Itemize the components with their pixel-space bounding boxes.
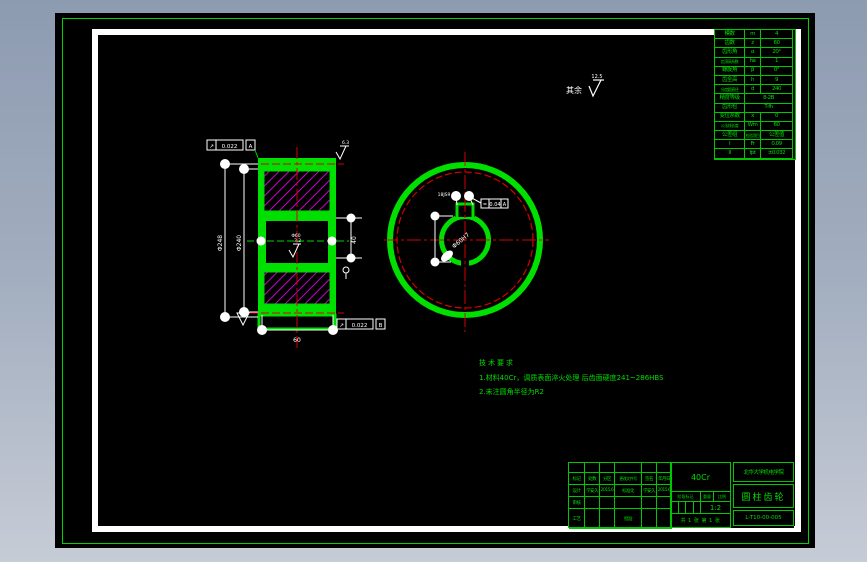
param-label: 公法线长度 — [715, 121, 745, 132]
param-label: 螺旋角 — [715, 66, 745, 76]
title-block-right: 北华大学机电学院 圆柱齿轮 L-T10-00-005 — [733, 462, 794, 528]
param-label: 分度圆直径 — [715, 85, 745, 95]
param-label: 齿数 — [715, 39, 745, 49]
param-label: 齿形检 — [715, 103, 745, 113]
revision-table: 标记 处数 分区 更改文件号 签名 年月日 设计 学安久 2015.6 标准化 学安久 2015.6… — [568, 462, 672, 529]
cad-viewer-screen: Φ248 Φ240 40 60 Φ60 6.3 3.2 ↗ 0.022 A ↗ … — [0, 0, 867, 562]
param-label: 齿全高 — [715, 75, 745, 86]
weight-label: 重量 — [701, 492, 714, 501]
title-block: 标记 处数 分区 更改文件号 签名 年月日 设计 学安久 2015.6 标准化 学安久 2015.6… — [568, 462, 794, 529]
tech-req-title: 技术要求 — [479, 359, 515, 367]
sheet-count: 共 1 张 第 1 张 — [680, 518, 721, 524]
param-label: 变位系数 — [715, 112, 745, 122]
param-label: 齿顶高系数 — [715, 57, 745, 67]
gear-parameter-table: 模数 m 4 齿数 z 60 齿形角 α 20° 齿顶高系数 ha 1 螺旋角 β 0° 齿全高 h 9… — [714, 29, 796, 160]
part-name: 圆柱齿轮 — [733, 484, 794, 508]
drawing-border-frame — [92, 29, 801, 532]
material-value: 40Cr — [671, 463, 730, 492]
stage-label: 阶段标记 — [671, 492, 701, 501]
param-label: 精度等级 — [715, 94, 745, 104]
technical-requirements: 技术要求 1.材料40Cr，调质表面淬火处理 后齿面硬度241~286HBS 2… — [479, 356, 729, 400]
scale-label: 比例 — [718, 493, 726, 499]
tech-req-line: 1.材料40Cr，调质表面淬火处理 后齿面硬度241~286HBS — [479, 373, 664, 382]
param-label: 公差组 — [715, 131, 745, 141]
tech-req-line: 2.未注圆角半径为R2 — [479, 388, 544, 396]
param-label: 模数 — [715, 30, 745, 40]
organization-name: 北华大学机电学院 — [733, 462, 794, 482]
param-label: Ⅱ — [715, 149, 745, 159]
title-block-center: 40Cr 阶段标记 重量 比例 1:2 共 1 张 第 1 张 — [671, 462, 731, 528]
param-label: 齿形角 — [715, 48, 745, 58]
param-label: Ⅰ — [715, 140, 745, 150]
scale-value: 1:2 — [709, 503, 722, 512]
drawing-number: L-T10-00-005 — [733, 510, 794, 526]
